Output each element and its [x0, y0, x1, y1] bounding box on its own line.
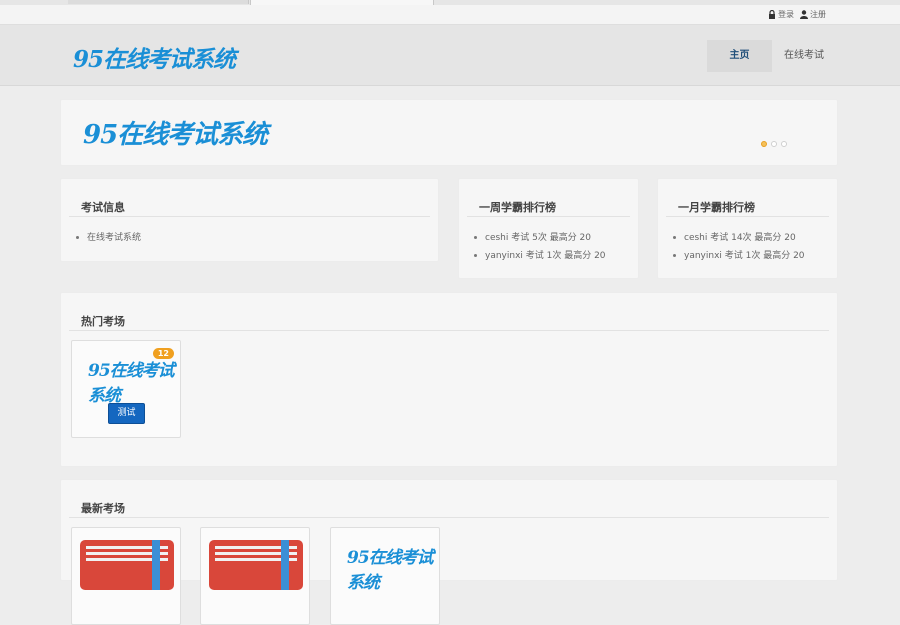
- weekly-ranking-card: 一周学霸排行榜 ceshi 考试 5次 最高分 20 yanyinxi 考试 1…: [458, 178, 639, 279]
- monthly-ranking-list: ceshi 考试 14次 最高分 20 yanyinxi 考试 1次 最高分 2…: [672, 229, 805, 265]
- divider: [69, 330, 829, 331]
- banner-carousel: 95在线考试系统: [60, 99, 838, 166]
- exam-card-logo: 95在线考试系统: [347, 548, 434, 593]
- hot-exams-section: 热门考场 95在线考试系统 12 测试: [60, 292, 838, 467]
- hot-exams-title: 热门考场: [81, 315, 125, 328]
- list-item: ceshi 考试 14次 最高分 20: [672, 229, 805, 247]
- exam-card[interactable]: 95在线考试系统 12 测试: [71, 340, 181, 438]
- divider: [467, 216, 630, 217]
- book-icon: [80, 540, 174, 590]
- weekly-ranking-title: 一周学霸排行榜: [479, 201, 556, 214]
- monthly-ranking-title: 一月学霸排行榜: [678, 201, 755, 214]
- divider: [666, 216, 829, 217]
- list-item: ceshi 考试 5次 最高分 20: [473, 229, 606, 247]
- user-icon: [800, 10, 808, 19]
- exam-info-card: 考试信息 在线考试系统: [60, 178, 439, 262]
- divider: [69, 517, 829, 518]
- book-icon: [209, 540, 303, 590]
- exam-info-list: 在线考试系统: [75, 229, 141, 247]
- login-link[interactable]: 登录: [768, 9, 794, 20]
- nav-online-exam[interactable]: 在线考试: [772, 40, 836, 72]
- weekly-ranking-list: ceshi 考试 5次 最高分 20 yanyinxi 考试 1次 最高分 20: [473, 229, 606, 265]
- carousel-dots: [761, 141, 787, 147]
- lock-icon: [769, 10, 775, 19]
- site-header: 95在线考试系统 主页 在线考试: [0, 25, 900, 86]
- carousel-dot-3[interactable]: [781, 141, 787, 147]
- monthly-ranking-card: 一月学霸排行榜 ceshi 考试 14次 最高分 20 yanyinxi 考试 …: [657, 178, 838, 279]
- list-item: yanyinxi 考试 1次 最高分 20: [672, 247, 805, 265]
- site-logo[interactable]: 95在线考试系统: [73, 40, 236, 74]
- register-link[interactable]: 注册: [800, 9, 826, 20]
- exam-info-title: 考试信息: [81, 201, 125, 214]
- account-links: 登录 注册: [768, 9, 826, 20]
- main-nav: 主页 在线考试: [707, 40, 836, 72]
- latest-exams-title: 最新考场: [81, 502, 125, 515]
- browser-tab[interactable]: [68, 0, 249, 4]
- exam-card-logo: 95在线考试系统: [88, 361, 175, 406]
- exam-card[interactable]: [71, 527, 181, 625]
- exam-card[interactable]: [200, 527, 310, 625]
- list-item: yanyinxi 考试 1次 最高分 20: [473, 247, 606, 265]
- register-label: 注册: [810, 10, 826, 19]
- exam-card[interactable]: 95在线考试系统: [330, 527, 440, 625]
- count-badge: 12: [152, 348, 174, 359]
- banner-logo: 95在线考试系统: [83, 120, 268, 150]
- latest-exams-section: 最新考场 95在线考试系统: [60, 479, 838, 625]
- carousel-dot-1[interactable]: [761, 141, 767, 147]
- top-bar: 登录 注册: [0, 5, 900, 25]
- test-button[interactable]: 测试: [108, 403, 145, 424]
- list-item[interactable]: 在线考试系统: [75, 229, 141, 247]
- divider: [69, 216, 430, 217]
- nav-home[interactable]: 主页: [707, 40, 772, 72]
- login-label: 登录: [778, 10, 794, 19]
- carousel-dot-2[interactable]: [771, 141, 777, 147]
